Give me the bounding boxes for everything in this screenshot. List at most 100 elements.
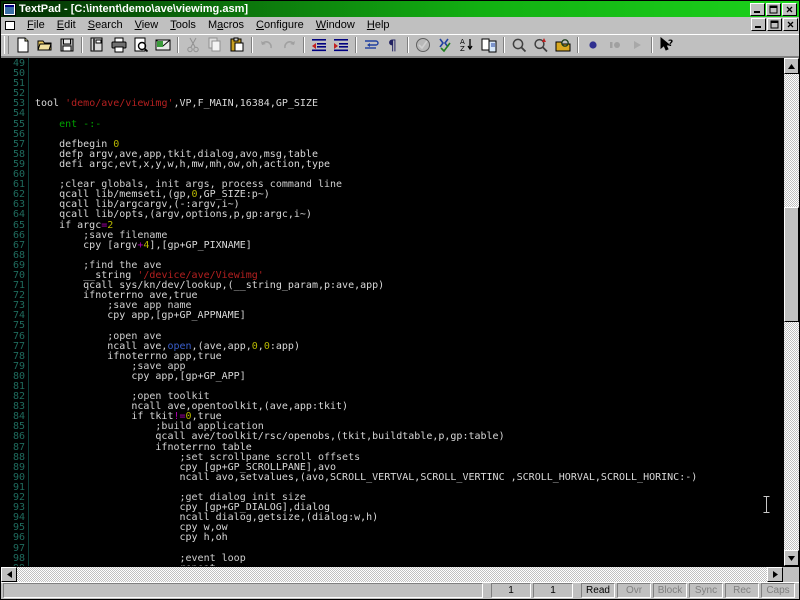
- code-token: cpy app,[gp+GP_APP]: [35, 371, 246, 382]
- word-wrap-icon[interactable]: [360, 35, 382, 55]
- toolbar-grip[interactable]: [4, 36, 9, 54]
- menu-macros-rest: cros: [223, 19, 244, 31]
- svg-text:?: ?: [668, 39, 673, 49]
- restore-button[interactable]: [766, 3, 781, 16]
- menu-view[interactable]: View: [129, 18, 165, 32]
- code-token: :app): [270, 341, 300, 352]
- new-file-icon[interactable]: [12, 35, 34, 55]
- code-token: [35, 119, 59, 130]
- context-help-icon[interactable]: ?: [656, 35, 678, 55]
- code-line: repeat: [35, 564, 783, 566]
- code-line: qcall lib/opts,(argv,options,p,gp:argc,i…: [35, 210, 783, 220]
- menu-window[interactable]: Window: [310, 18, 361, 32]
- code-line: defi argc,evt,x,y,w,h,mw,mh,ow,oh,action…: [35, 160, 783, 170]
- code-line: cpy h,oh: [35, 533, 783, 543]
- vertical-scroll-thumb[interactable]: [784, 207, 799, 321]
- paste-icon[interactable]: [226, 35, 248, 55]
- stop-macro-icon[interactable]: [604, 35, 626, 55]
- save-file-icon[interactable]: [56, 35, 78, 55]
- main-toolbar: ¶ AZ: [1, 34, 799, 57]
- menu-view-rest: iew: [142, 19, 159, 31]
- window-title: TextPad - [C:\intent\demo\ave\viewimg.as…: [19, 3, 248, 15]
- toolbar-separator: [355, 37, 357, 53]
- menu-macros[interactable]: Macros: [202, 18, 250, 32]
- menu-edit-rest: dit: [64, 19, 76, 31]
- mail-icon[interactable]: [152, 35, 174, 55]
- code-token: ],[gp+GP_PIXNAME]: [149, 240, 251, 251]
- vertical-scrollbar[interactable]: [783, 58, 799, 566]
- editor-area: 4950515253545556575859606162636465666768…: [1, 57, 799, 566]
- scroll-down-button[interactable]: [784, 550, 799, 566]
- toolbar-separator: [651, 37, 653, 53]
- copy-icon[interactable]: [204, 35, 226, 55]
- code-line: cpy app,[gp+GP_APP]: [35, 372, 783, 382]
- code-token: defi argc,evt,x,y,w,h,mw,mh,ow,oh,action…: [35, 159, 330, 170]
- window-title-bar[interactable]: TextPad - [C:\intent\demo\ave\viewimg.as…: [1, 1, 799, 17]
- indent-increase-icon[interactable]: [330, 35, 352, 55]
- print-icon[interactable]: [108, 35, 130, 55]
- save-all-icon[interactable]: [86, 35, 108, 55]
- horizontal-scrollbar[interactable]: [1, 566, 799, 582]
- textpad-window: TextPad - [C:\intent\demo\ave\viewimg.as…: [0, 0, 800, 600]
- horizontal-scroll-track[interactable]: [17, 567, 767, 582]
- status-flag-read: Read: [581, 583, 615, 598]
- menu-configure-rest: onfigure: [264, 19, 304, 31]
- close-button[interactable]: [782, 3, 797, 16]
- spell-check-icon[interactable]: [412, 35, 434, 55]
- open-file-icon[interactable]: [34, 35, 56, 55]
- svg-text:Z: Z: [460, 45, 465, 53]
- print-preview-icon[interactable]: [130, 35, 152, 55]
- record-macro-icon[interactable]: [582, 35, 604, 55]
- menu-edit[interactable]: Edit: [51, 18, 82, 32]
- undo-icon[interactable]: [256, 35, 278, 55]
- menu-configure[interactable]: Configure: [250, 18, 310, 32]
- code-text[interactable]: tool 'demo/ave/viewimg',VP,F_MAIN,16384,…: [29, 58, 783, 566]
- play-macro-icon[interactable]: [626, 35, 648, 55]
- toolbar-separator: [577, 37, 579, 53]
- menu-window-rest: indow: [326, 19, 355, 31]
- find-in-files-icon[interactable]: [552, 35, 574, 55]
- scrollbar-corner: [783, 567, 799, 582]
- menu-help-rest: elp: [375, 19, 390, 31]
- code-token: cpy [argv: [35, 240, 137, 251]
- line-number: 64: [1, 210, 25, 220]
- status-bar: 1 1 Read Ovr Block Sync Rec Caps: [1, 582, 799, 599]
- status-flag-caps: Caps: [761, 583, 795, 598]
- find-icon[interactable]: [508, 35, 530, 55]
- match-brace-icon[interactable]: [434, 35, 456, 55]
- scroll-right-button[interactable]: [767, 567, 783, 582]
- menu-file[interactable]: File: [21, 18, 51, 32]
- status-line-number: 1: [491, 583, 531, 598]
- code-line: ent -:-: [35, 120, 783, 130]
- code-token: repeat: [35, 563, 216, 566]
- status-flag-rec: Rec: [725, 583, 759, 598]
- code-line: tool 'demo/ave/viewimg',VP,F_MAIN,16384,…: [35, 99, 783, 109]
- line-number-gutter: 4950515253545556575859606162636465666768…: [1, 58, 29, 566]
- menu-search[interactable]: Search: [82, 18, 129, 32]
- code-token: cpy app,[gp+GP_APPNAME]: [35, 310, 246, 321]
- menu-tools[interactable]: Tools: [164, 18, 202, 32]
- compare-files-icon[interactable]: [478, 35, 500, 55]
- redo-icon[interactable]: [278, 35, 300, 55]
- scroll-left-button[interactable]: [1, 567, 17, 582]
- indent-decrease-icon[interactable]: [308, 35, 330, 55]
- mdi-restore-button[interactable]: [767, 18, 782, 31]
- find-next-icon[interactable]: [530, 35, 552, 55]
- scroll-up-button[interactable]: [784, 58, 799, 74]
- line-number: 96: [1, 533, 25, 543]
- show-marks-icon[interactable]: ¶: [382, 35, 404, 55]
- code-token: cpy h,oh: [35, 532, 228, 543]
- status-column-number: 1: [533, 583, 573, 598]
- cut-icon[interactable]: [182, 35, 204, 55]
- menu-search-rest: earch: [95, 19, 123, 31]
- mdi-minimize-button[interactable]: [751, 18, 766, 31]
- toolbar-separator: [81, 37, 83, 53]
- app-icon[interactable]: [3, 3, 16, 16]
- vertical-scroll-track[interactable]: [784, 74, 799, 550]
- document-icon[interactable]: [3, 19, 17, 32]
- sort-icon[interactable]: AZ: [456, 35, 478, 55]
- minimize-button[interactable]: [750, 3, 765, 16]
- code-editor[interactable]: 4950515253545556575859606162636465666768…: [1, 58, 783, 566]
- menu-help[interactable]: Help: [361, 18, 396, 32]
- mdi-close-button[interactable]: [783, 18, 798, 31]
